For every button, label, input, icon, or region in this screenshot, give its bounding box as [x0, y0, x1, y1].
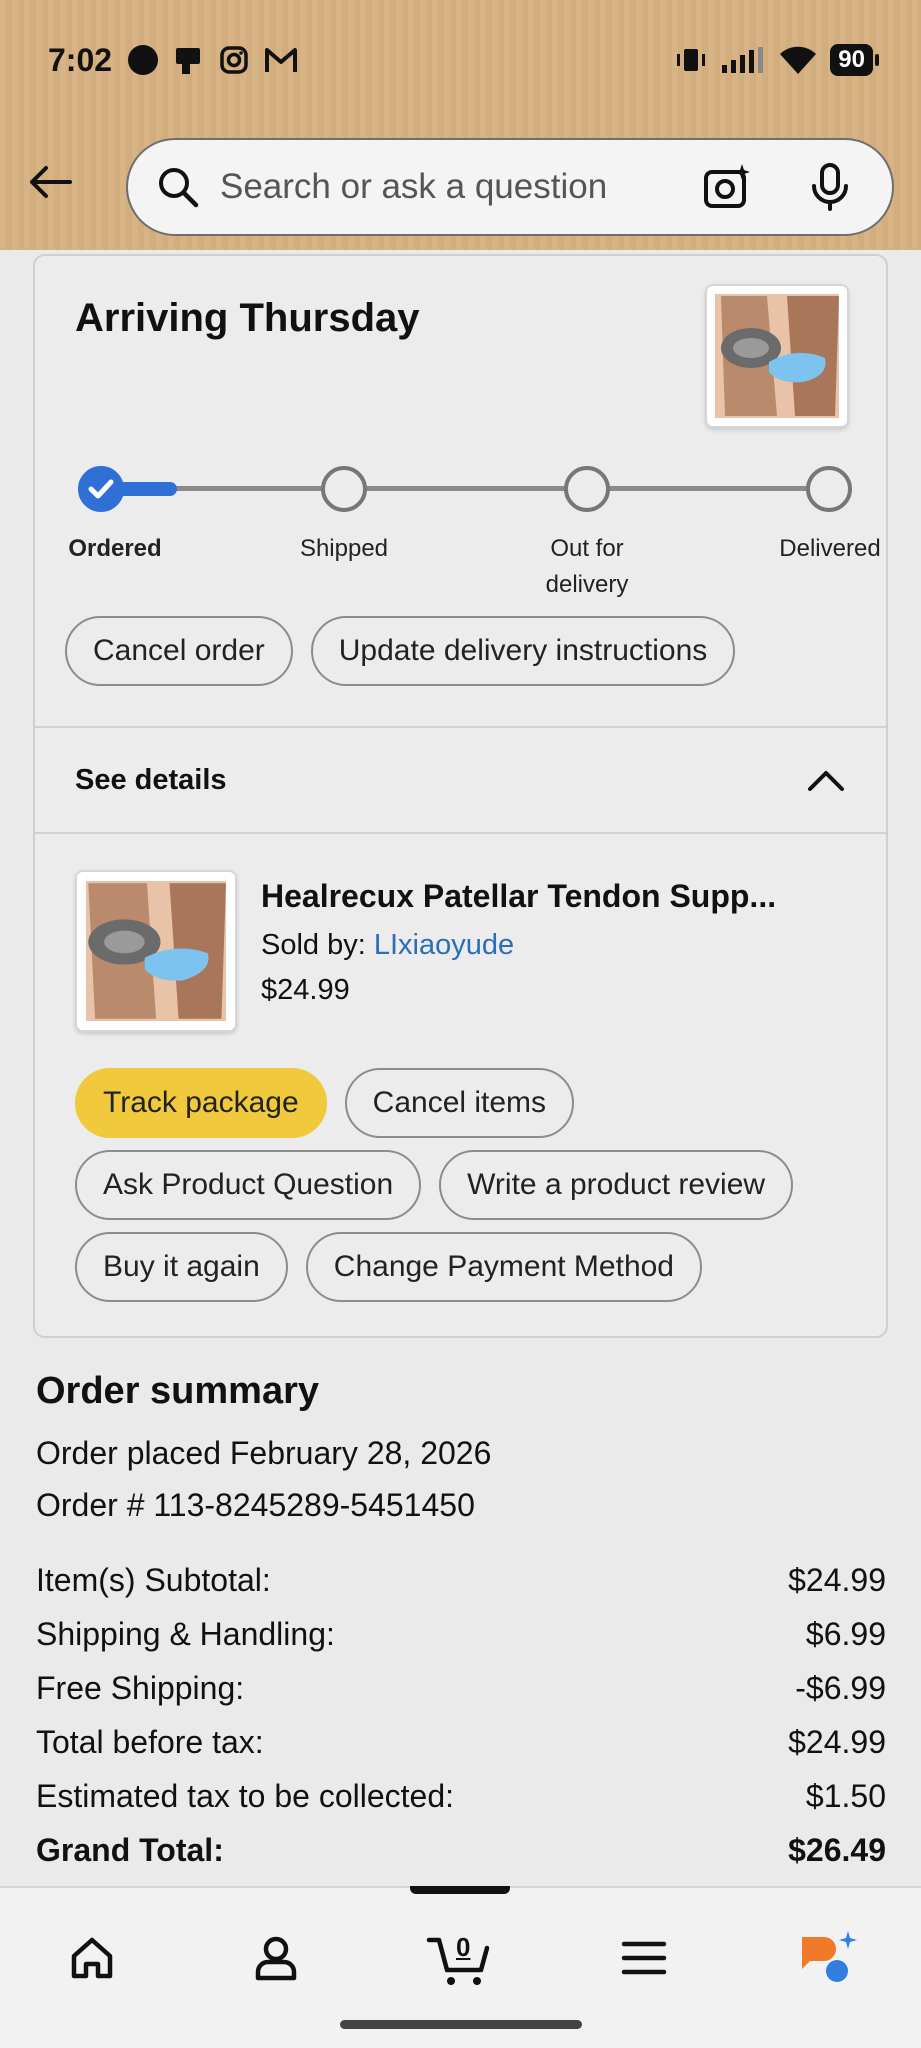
item-thumbnail[interactable] [75, 870, 237, 1032]
status-time: 7:02 [48, 41, 113, 78]
step-ordered-node [78, 466, 124, 512]
assistant-icon [802, 1931, 857, 1982]
search-tools [702, 162, 850, 212]
line-value: -$6.99 [795, 1670, 886, 1706]
checkmark-icon [88, 479, 114, 499]
system-icons: 90 [674, 44, 879, 76]
order-meta: Order placed February 28, 2026 Order # 1… [36, 1427, 886, 1531]
notification-app-icon [176, 48, 201, 74]
item-title[interactable]: Healrecux Patellar Tendon Supp... [261, 878, 861, 915]
see-details-label: See details [75, 763, 227, 796]
seller-link[interactable]: LIxiaoyude [374, 929, 514, 961]
step-delivered-node [806, 466, 852, 512]
delivery-status-section: Arriving Thursday Ordered Shipped Out fo… [35, 256, 886, 726]
item-seller: Sold by: LIxiaoyude [261, 929, 861, 962]
item-actions: Track package Cancel items Ask Product Q… [75, 1068, 794, 1314]
product-thumbnail[interactable] [705, 284, 849, 428]
step-label-ordered: Ordered [68, 535, 162, 562]
line-value: $1.50 [805, 1778, 886, 1814]
change-payment-method-button[interactable]: Change Payment Method [305, 1232, 702, 1302]
summary-line: Item(s) Subtotal: $24.99 [36, 1553, 886, 1607]
step-label-delivered: Delivered [779, 535, 881, 562]
search-input[interactable] [220, 167, 702, 207]
back-arrow-icon[interactable] [26, 158, 74, 206]
grand-total-value: $26.49 [788, 1832, 886, 1868]
status-bar: 7:02 90 [0, 30, 921, 90]
order-placed-date: Order placed February 28, 2026 [36, 1435, 492, 1471]
search-row [0, 138, 921, 238]
order-summary-title: Order summary [36, 1370, 320, 1412]
order-summary: Order summary Order placed February 28, … [36, 1370, 886, 1877]
nav-assistant[interactable] [788, 1918, 868, 1998]
microphone-icon[interactable] [810, 162, 850, 212]
summary-line: Estimated tax to be collected: $1.50 [36, 1769, 886, 1823]
order-number: Order # 113-8245289-5451450 [36, 1487, 475, 1523]
cancel-items-button[interactable]: Cancel items [344, 1068, 575, 1138]
line-value: $24.99 [788, 1724, 886, 1760]
line-label: Total before tax: [36, 1724, 264, 1760]
notification-dot-icon [128, 45, 159, 75]
vibrate-icon [677, 49, 706, 71]
step-label-shipped: Shipped [299, 535, 389, 562]
active-tab-indicator [410, 1886, 510, 1894]
step-label-out-for-delivery: Out for delivery [545, 535, 629, 598]
item-price: $24.99 [261, 974, 350, 1006]
wifi-icon [780, 46, 817, 74]
chevron-up-icon [808, 771, 844, 791]
line-label: Item(s) Subtotal: [36, 1562, 271, 1598]
system-home-indicator[interactable] [340, 2020, 582, 2029]
shipment-progress: Ordered Shipped Out for delivery Deliver… [68, 456, 881, 598]
summary-line: Free Shipping: -$6.99 [36, 1661, 886, 1715]
grand-total-label: Grand Total: [36, 1832, 224, 1868]
cancel-order-button[interactable]: Cancel order [65, 616, 293, 686]
user-icon [255, 1936, 297, 1981]
arrival-heading: Arriving Thursday [75, 296, 420, 340]
track-package-button[interactable]: Track package [75, 1068, 327, 1138]
summary-line: Shipping & Handling: $6.99 [36, 1607, 886, 1661]
instagram-icon [220, 46, 248, 74]
bottom-navigation: 0 [0, 1886, 921, 2048]
knee-brace-image [707, 286, 847, 426]
signal-icon [722, 47, 764, 73]
camera-search-icon[interactable] [702, 162, 752, 212]
line-value: $24.99 [788, 1562, 886, 1598]
nav-account[interactable] [236, 1918, 316, 1998]
search-icon [159, 168, 199, 208]
line-label: Shipping & Handling: [36, 1616, 335, 1652]
app-header: 7:02 90 [0, 0, 921, 250]
gmail-icon [265, 48, 298, 72]
price-breakdown: Item(s) Subtotal: $24.99 Shipping & Hand… [36, 1553, 886, 1877]
ask-product-question-button[interactable]: Ask Product Question [75, 1150, 422, 1220]
cart-count: 0 [456, 1932, 471, 1962]
notification-icons [128, 44, 298, 76]
line-label: Free Shipping: [36, 1670, 245, 1706]
nav-menu[interactable] [604, 1918, 684, 1998]
search-bar[interactable] [126, 138, 894, 236]
delivery-card: Arriving Thursday Ordered Shipped Out fo… [33, 254, 888, 1338]
write-review-button[interactable]: Write a product review [439, 1150, 794, 1220]
item-info: Healrecux Patellar Tendon Supp... Sold b… [261, 878, 861, 1007]
line-label: Estimated tax to be collected: [36, 1778, 454, 1814]
line-value: $6.99 [805, 1616, 886, 1652]
grand-total-line: Grand Total: $26.49 [36, 1823, 886, 1877]
divider [35, 832, 886, 834]
step-out-for-delivery-node [564, 466, 610, 512]
step-shipped-node [321, 466, 367, 512]
nav-home[interactable] [52, 1918, 132, 1998]
sold-by-label: Sold by: [261, 929, 374, 961]
see-details-toggle[interactable]: See details [35, 728, 886, 832]
knee-brace-image [77, 872, 235, 1030]
menu-icon [621, 1941, 667, 1975]
update-delivery-instructions-button[interactable]: Update delivery instructions [310, 616, 736, 686]
summary-line: Total before tax: $24.99 [36, 1715, 886, 1769]
nav-cart[interactable]: 0 [420, 1918, 500, 1998]
progress-track [101, 486, 841, 491]
delivery-actions: Cancel order Update delivery instruction… [65, 616, 736, 686]
battery-indicator: 90 [830, 44, 879, 76]
home-icon [71, 1937, 113, 1979]
buy-again-button[interactable]: Buy it again [75, 1232, 288, 1302]
